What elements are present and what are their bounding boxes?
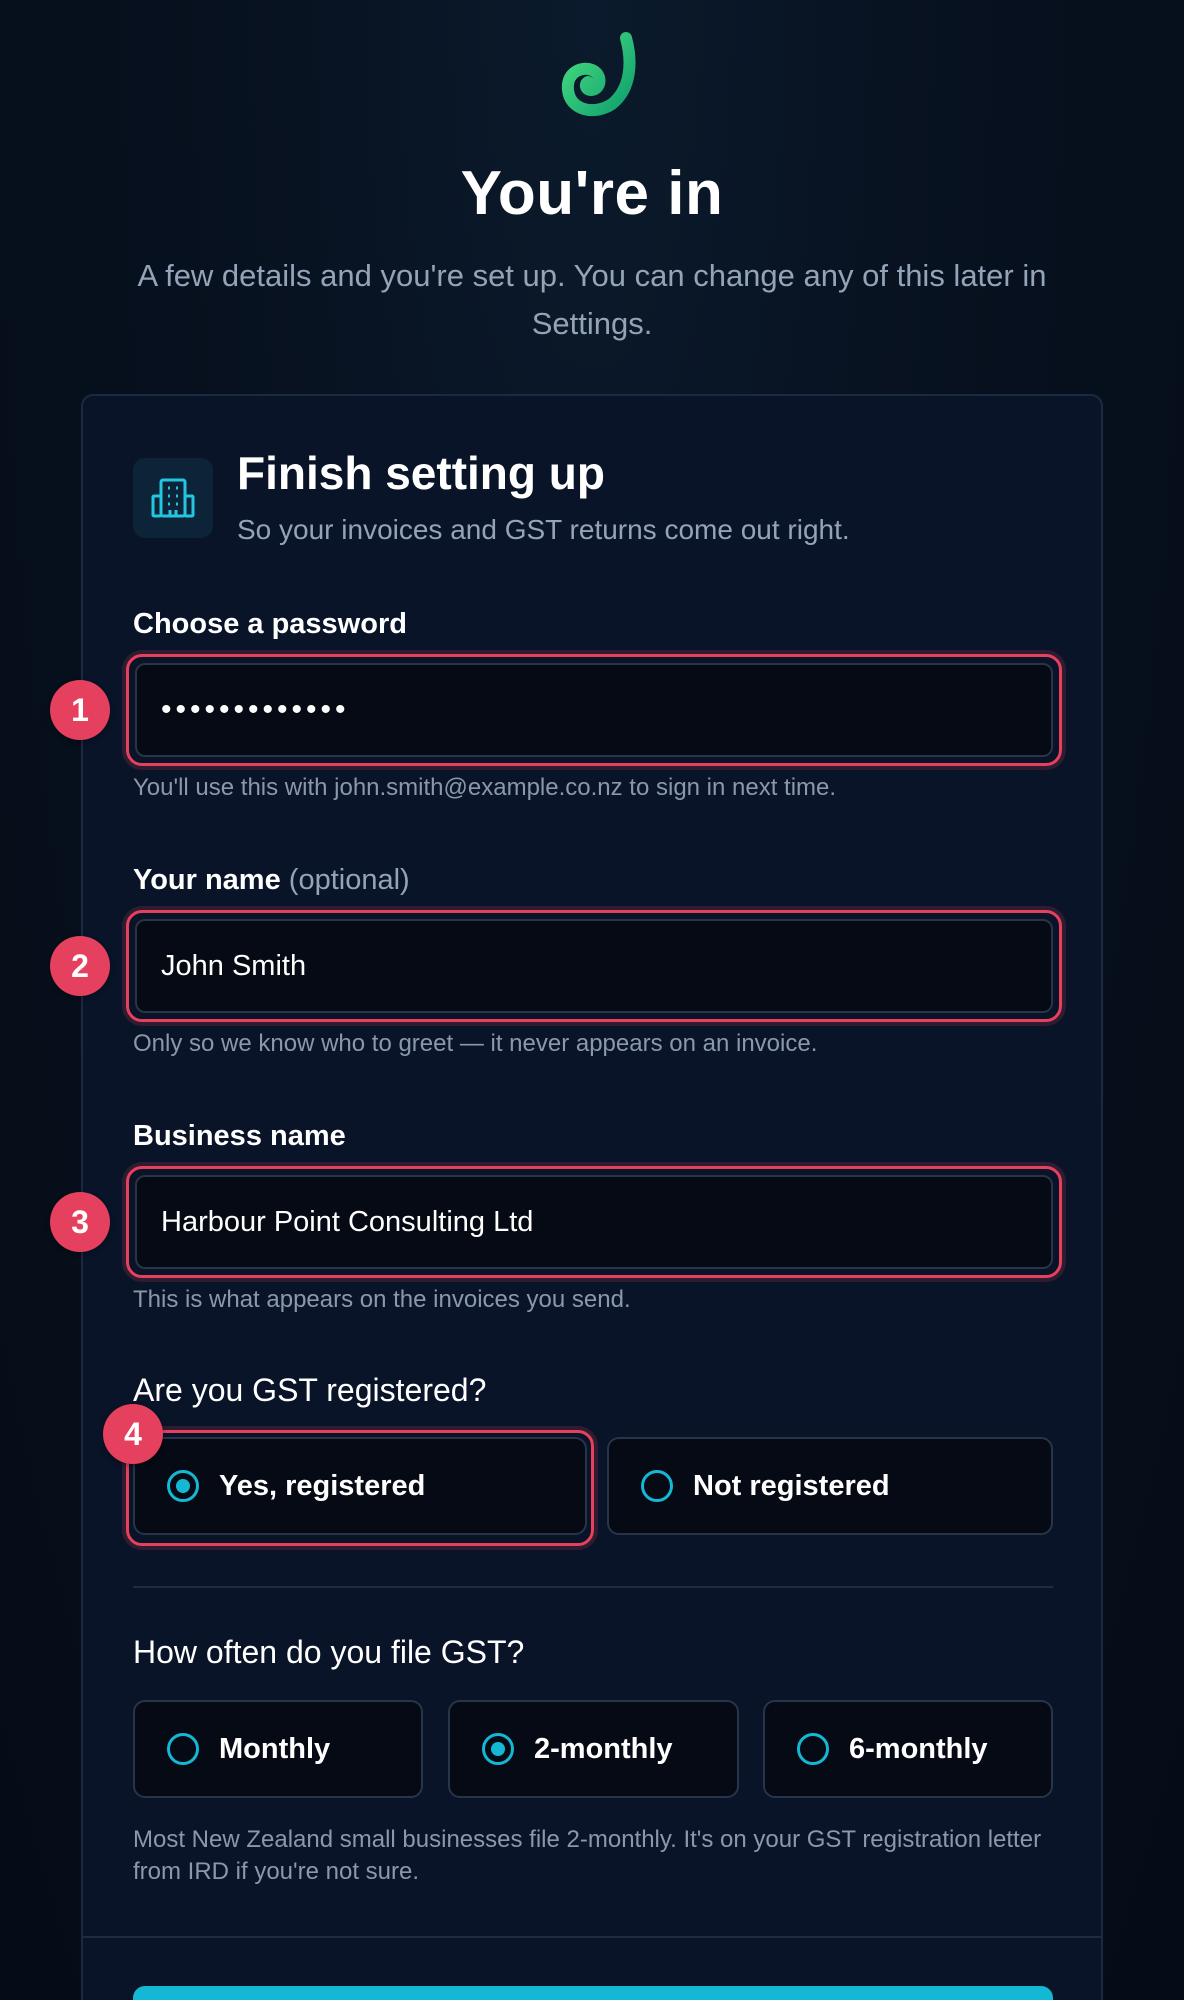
step-marker-3: 3 [50,1192,110,1252]
gst-monthly-option[interactable]: Monthly [133,1700,423,1798]
continue-button[interactable] [133,1986,1053,2000]
radio-unselected-icon [167,1733,199,1765]
card-subtitle: So your invoices and GST returns come ou… [237,514,850,545]
gst-2-monthly-option[interactable]: 2-monthly [448,1700,739,1798]
radio-selected-icon [167,1470,199,1502]
name-label: Your name (optional) [133,864,410,897]
password-input[interactable]: ••••••••••••• [135,663,1053,757]
section-divider [133,1586,1053,1588]
card-title: Finish setting up [237,447,605,499]
business-highlight: Harbour Point Consulting Ltd [126,1166,1062,1278]
step-marker-4: 4 [103,1404,163,1464]
gst-2-monthly-label: 2-monthly [534,1732,673,1765]
radio-unselected-icon [641,1470,673,1502]
step-marker-1: 1 [50,680,110,740]
business-label: Business name [133,1120,346,1152]
gst-frequency-help: Most New Zealand small businesses file 2… [133,1826,1042,1885]
business-help: This is what appears on the invoices you… [133,1286,631,1313]
optional-tag: (optional) [288,864,410,896]
gst-yes-option[interactable]: Yes, registered [133,1437,587,1535]
page-title: You're in [460,159,724,228]
gst-registered-question: Are you GST registered? [133,1372,487,1408]
gst-6-monthly-label: 6-monthly [849,1732,988,1765]
business-name-input[interactable]: Harbour Point Consulting Ltd [135,1175,1053,1269]
onboarding-page: You're in A few details and you're set u… [0,0,1184,2000]
password-highlight: ••••••••••••• [126,654,1062,766]
gst-frequency-question: How often do you file GST? [133,1634,525,1670]
radio-selected-icon [482,1733,514,1765]
password-help: You'll use this with john.smith@example.… [133,774,837,801]
name-highlight: John Smith [126,910,1062,1022]
building-icon [133,458,213,538]
app-logo-icon [561,32,636,117]
setup-card: Finish setting up So your invoices and G… [50,394,1103,2000]
name-label-text: Your name [133,864,281,896]
footer-divider [83,1936,1101,1938]
gst-6-monthly-option[interactable]: 6-monthly [763,1700,1053,1798]
password-label: Choose a password [133,608,407,640]
name-input[interactable]: John Smith [135,919,1053,1013]
gst-no-label: Not registered [693,1469,890,1502]
gst-no-option[interactable]: Not registered [607,1437,1053,1535]
gst-yes-label: Yes, registered [219,1469,426,1502]
name-help: Only so we know who to greet — it never … [133,1030,818,1057]
page-subtitle: A few details and you're set up. You can… [137,258,1047,341]
gst-monthly-label: Monthly [219,1732,331,1765]
radio-unselected-icon [797,1733,829,1765]
step-marker-2: 2 [50,936,110,996]
